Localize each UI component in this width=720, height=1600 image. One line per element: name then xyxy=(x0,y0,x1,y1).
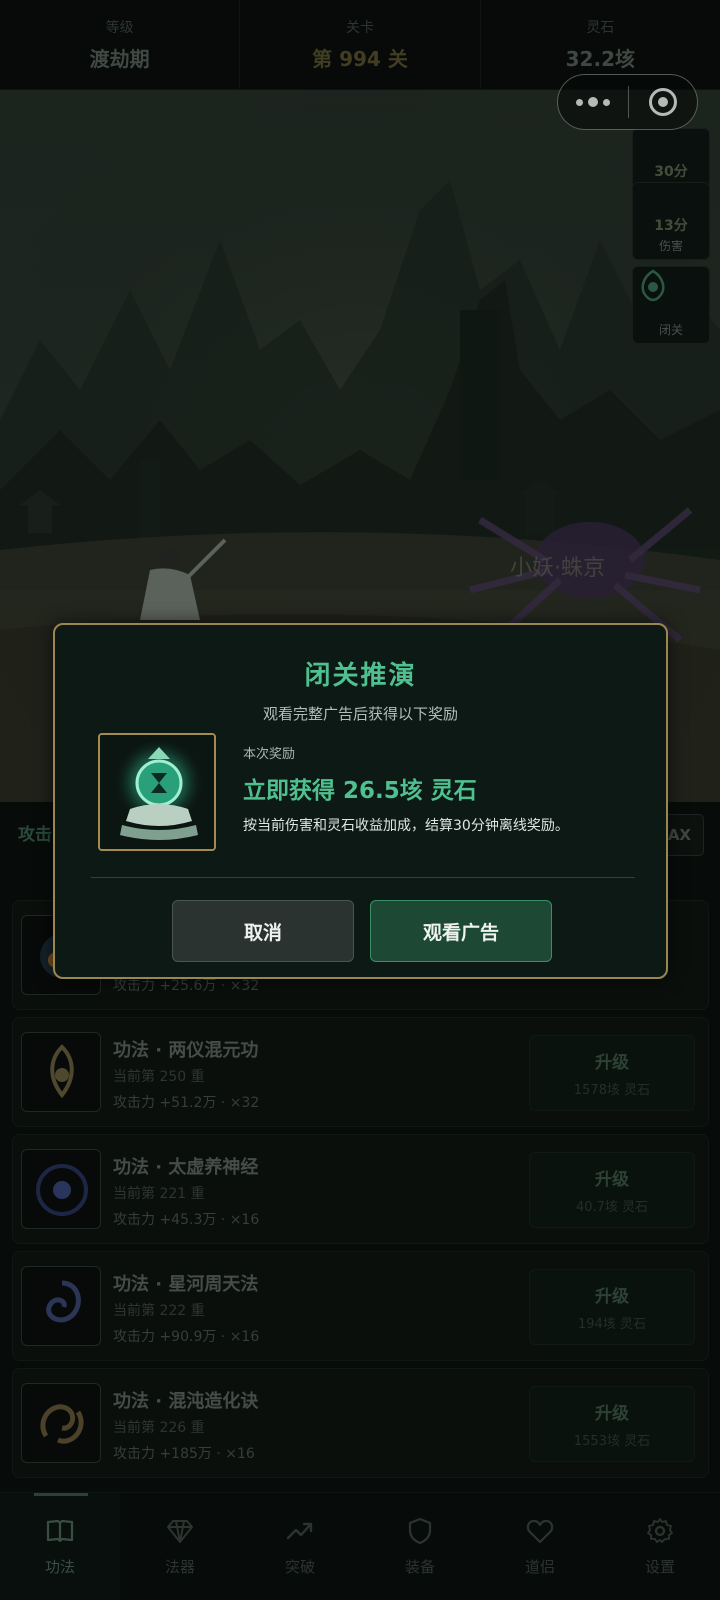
game-screen: 等级 渡劫期 关卡 第 994 关 灵石 32.2垓 小妖·蛛京 30分 13分… xyxy=(0,0,720,1600)
reward-label: 本次奖励 xyxy=(243,747,296,762)
reward-description: 按当前伤害和灵石收益加成，结算30分钟离线奖励。 xyxy=(243,818,569,834)
dialog-subtitle: 观看完整广告后获得以下奖励 xyxy=(262,705,458,723)
dialog-divider xyxy=(91,877,635,878)
reward-image xyxy=(98,733,216,851)
hourglass-altar-icon xyxy=(100,735,214,849)
dialog-title: 闭关推演 xyxy=(304,661,417,691)
reward-value: 立即获得 26.5垓 灵石 xyxy=(243,778,477,804)
seclusion-reward-dialog: 闭关推演 观看完整广告后获得以下奖励 本次奖励 立即获得 26.5垓 灵石 按当… xyxy=(53,623,668,979)
watch-ad-button[interactable]: 观看广告 xyxy=(370,900,552,962)
cancel-button[interactable]: 取消 xyxy=(172,900,354,962)
